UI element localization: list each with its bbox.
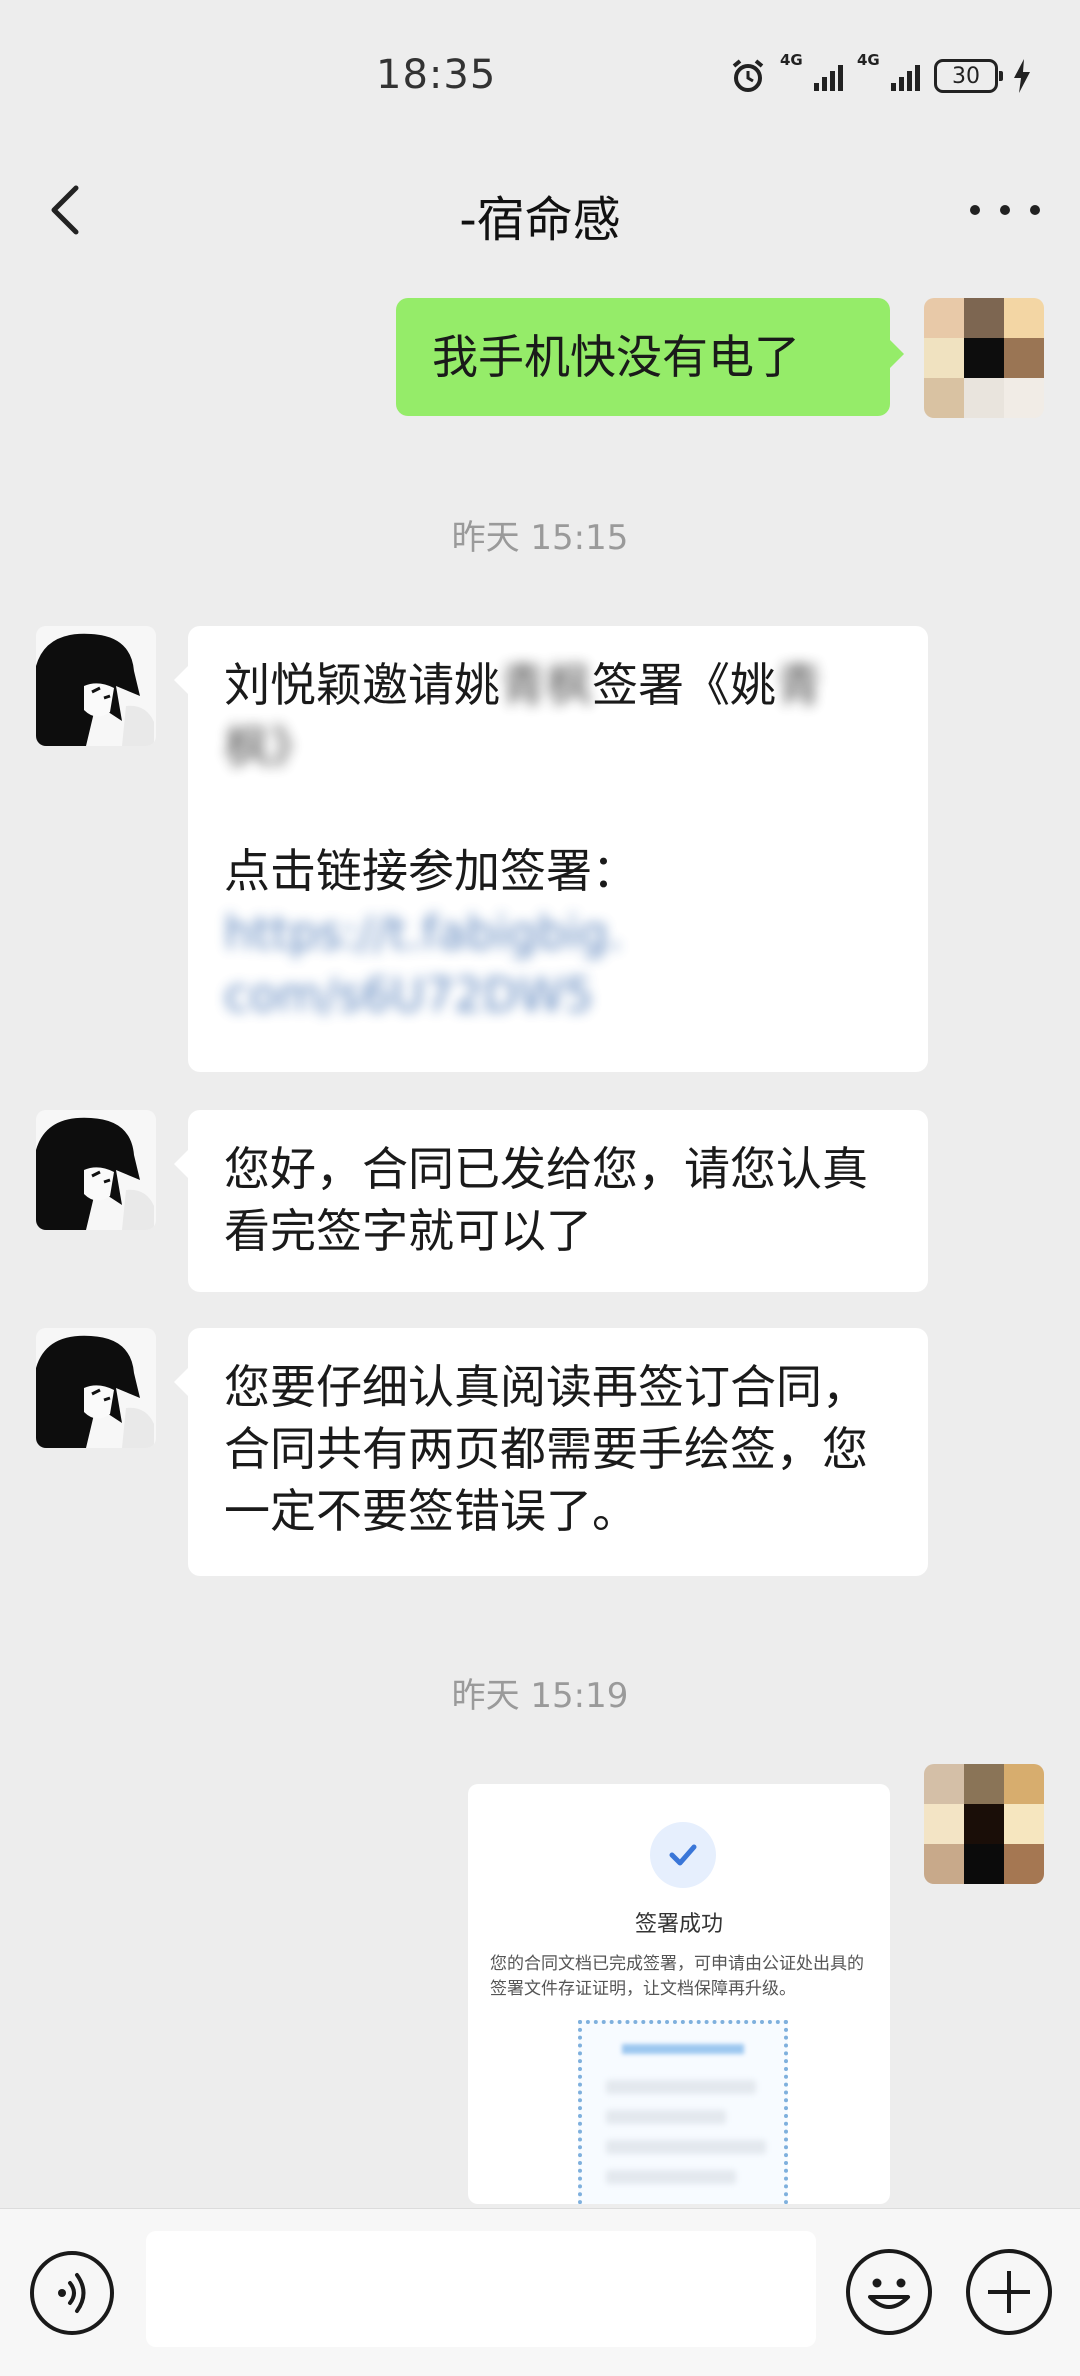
invite-instruction: 点击链接参加签署： [224, 844, 638, 898]
status-time: 18:35 [376, 52, 497, 98]
blurred-name: 青枫 [500, 658, 592, 712]
message-bubble-sent[interactable]: 我手机快没有电了 [396, 298, 904, 416]
alarm-icon [732, 59, 764, 92]
anime-avatar-icon [36, 626, 156, 746]
certificate-preview [578, 2020, 788, 2204]
more-dot [1030, 205, 1040, 215]
invite-line-1: 刘悦颖邀请姚青枫签署《姚青 [224, 658, 822, 712]
sign-link[interactable]: com/s6U72DW5 [224, 964, 892, 1026]
message-bubble-received[interactable]: 您要仔细认真阅读再签订合同，合同共有两页都需要手绘签，您一定不要签错误了。 [174, 1328, 928, 1576]
timestamp: 昨天 15:15 [451, 518, 629, 558]
voice-button[interactable] [30, 2251, 114, 2335]
sign-link[interactable]: https://t.fabigbig. [224, 902, 892, 964]
message-text: 您要仔细认真阅读再签订合同，合同共有两页都需要手绘签，您一定不要签错误了。 [224, 1360, 868, 1538]
avatar-contact[interactable] [36, 626, 156, 746]
voice-icon [58, 2273, 86, 2313]
timestamp: 昨天 15:19 [451, 1676, 629, 1716]
anime-avatar-icon [36, 1110, 156, 1230]
avatar-self[interactable] [924, 1764, 1044, 1884]
avatar-contact[interactable] [36, 1110, 156, 1230]
message-text: 您好，合同已发给您，请您认真看完签字就可以了 [224, 1142, 868, 1258]
image-message[interactable]: 签署成功 您的合同文档已完成签署，可申请由公证处出具的签署文件存证证明，让文档保… [468, 1784, 890, 2204]
plus-button[interactable] [966, 2249, 1052, 2335]
status-icons: 4G 4G 30 [730, 51, 1032, 94]
success-badge [650, 1822, 716, 1888]
status-bar: 18:35 4G 4G 30 [0, 0, 1080, 150]
emoji-button[interactable] [846, 2249, 932, 2335]
avatar-self[interactable] [924, 298, 1044, 418]
input-bar [0, 2208, 1080, 2376]
emoji-icon [868, 2278, 910, 2309]
more-dot [970, 205, 980, 215]
charging-icon [1014, 59, 1030, 93]
message-bubble-received[interactable]: 刘悦颖邀请姚青枫签署《姚青 枫》 点击链接参加签署： https://t.fab… [174, 626, 928, 1072]
signal-icon-2: 4G [857, 51, 920, 91]
check-icon [669, 1844, 697, 1866]
network-label-1: 4G [780, 51, 803, 69]
signal-icon: 4G [780, 51, 843, 91]
avatar-contact[interactable] [36, 1328, 156, 1448]
network-label-2: 4G [857, 51, 880, 69]
more-button[interactable] [970, 190, 1040, 230]
message-bubble-received[interactable]: 您好，合同已发给您，请您认真看完签字就可以了 [174, 1110, 928, 1292]
chat-title: -宿命感 [459, 192, 621, 248]
invite-line-2: 枫》 [224, 720, 316, 774]
sign-success-desc: 您的合同文档已完成签署，可申请由公证处出具的签署文件存证证明，让文档保障再升级。 [490, 1954, 864, 1999]
more-dot [1000, 205, 1010, 215]
battery-icon: 30 [934, 59, 1003, 93]
nav-bar: -宿命感 [0, 150, 1080, 280]
anime-avatar-icon [36, 1328, 156, 1448]
blurred-name: 青 [776, 658, 822, 712]
message-input[interactable] [146, 2231, 816, 2347]
sign-success-title: 签署成功 [634, 1912, 723, 1937]
battery-level: 30 [952, 63, 980, 89]
message-text: 我手机快没有电了 [432, 330, 800, 384]
